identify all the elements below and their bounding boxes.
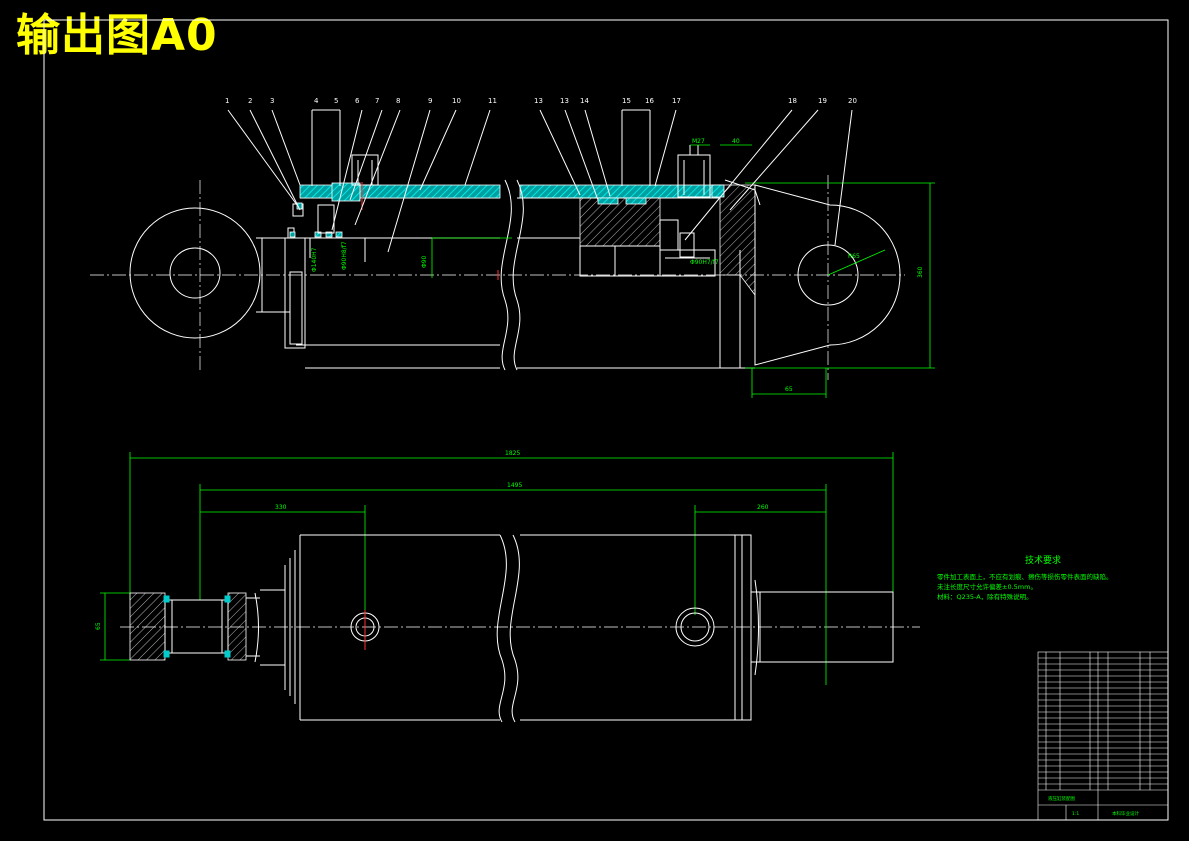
balloon-16: 16 xyxy=(645,97,654,105)
svg-text:R65: R65 xyxy=(848,253,860,260)
balloon-labels: 1 2 3 4 5 6 7 8 9 10 11 13 13 14 15 16 1… xyxy=(225,97,857,105)
balloon-6: 6 xyxy=(355,97,360,105)
svg-text:65: 65 xyxy=(95,622,102,630)
tech-req-line-2: 未注长度尺寸允许偏差±0.5mm。 xyxy=(937,582,1037,591)
balloon-1: 1 xyxy=(225,97,229,105)
balloon-3: 3 xyxy=(270,97,274,105)
port-boss-left xyxy=(351,154,379,186)
tech-req-line-1: 零件加工表面上，不应有划痕、擦伤等损伤零件表面的缺陷。 xyxy=(937,572,1113,581)
balloon-7: 7 xyxy=(375,97,379,105)
balloon-5: 5 xyxy=(334,97,338,105)
svg-text:Φ90H7/f7: Φ90H7/f7 xyxy=(690,259,719,266)
balloon-20: 20 xyxy=(848,97,857,105)
balloon-13b: 13 xyxy=(560,97,569,105)
tube-wall-right xyxy=(519,184,721,199)
tube-wall-left xyxy=(299,184,501,199)
svg-text:65: 65 xyxy=(785,386,793,393)
balloon-17: 17 xyxy=(672,97,681,105)
technical-requirements: 技术要求 零件加工表面上，不应有划痕、擦伤等损伤零件表面的缺陷。 未注长度尺寸允… xyxy=(937,554,1113,601)
svg-text:360: 360 xyxy=(917,266,924,278)
balloon-4: 4 xyxy=(314,97,319,105)
balloon-10: 10 xyxy=(452,97,461,105)
section-view: 360 R65 65 M27 40 Φ90 Φ140H7 Φ90H8/f7 Φ9… xyxy=(90,97,935,398)
balloon-18: 18 xyxy=(788,97,797,105)
outline-view: 1825 1495 330 260 65 xyxy=(95,450,920,723)
balloon-13a: 13 xyxy=(534,97,543,105)
balloon-15: 15 xyxy=(622,97,631,105)
svg-text:Φ140H7: Φ140H7 xyxy=(311,247,318,272)
svg-text:Φ90: Φ90 xyxy=(421,255,428,268)
tech-req-line-3: 材料：Q235-A，除有特殊说明。 xyxy=(937,592,1033,601)
balloon-14: 14 xyxy=(580,97,589,105)
title-block-name: 液压缸装配图 xyxy=(1048,795,1075,802)
parts-list-table: 液压缸装配图 1:1 本科毕业设计 xyxy=(1037,651,1169,821)
svg-text:Φ90H8/f7: Φ90H8/f7 xyxy=(341,241,348,270)
svg-text:260: 260 xyxy=(757,504,769,511)
balloon-19: 19 xyxy=(818,97,827,105)
balloon-8: 8 xyxy=(396,97,400,105)
svg-text:40: 40 xyxy=(732,138,740,145)
piston xyxy=(579,197,661,247)
balloon-2: 2 xyxy=(248,97,252,105)
balloon-leaders xyxy=(225,109,860,253)
assembly-drawing: 360 R65 65 M27 40 Φ90 Φ140H7 Φ90H8/f7 Φ9… xyxy=(43,19,1169,821)
svg-text:1495: 1495 xyxy=(507,482,522,489)
svg-text:330: 330 xyxy=(275,504,287,511)
rod-eye-hole xyxy=(169,247,221,299)
title-block-scale: 1:1 xyxy=(1072,811,1079,817)
svg-text:1825: 1825 xyxy=(505,450,520,457)
svg-text:M27: M27 xyxy=(692,138,705,145)
tech-req-heading: 技术要求 xyxy=(1025,554,1061,566)
drawing-frame xyxy=(43,19,1169,821)
balloon-11: 11 xyxy=(488,97,497,105)
balloon-9: 9 xyxy=(428,97,432,105)
title-block-school: 本科毕业设计 xyxy=(1112,810,1139,817)
rod-eye-outer xyxy=(129,207,261,339)
